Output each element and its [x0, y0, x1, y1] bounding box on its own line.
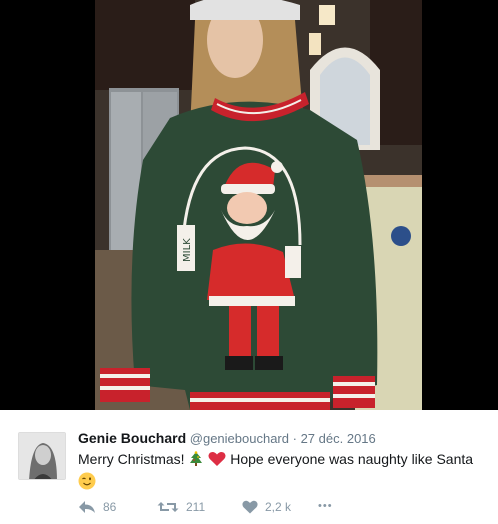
- author-handle[interactable]: @geniebouchard: [190, 431, 289, 446]
- reply-button[interactable]: 86: [78, 500, 116, 514]
- avatar-image: [19, 433, 65, 479]
- author-name[interactable]: Genie Bouchard: [78, 430, 186, 446]
- more-button[interactable]: •••: [318, 500, 333, 512]
- retweet-count: 211: [186, 500, 206, 514]
- tweet-text: Merry Christmas! Hope everyone was naugh…: [78, 449, 488, 495]
- tweet-date[interactable]: 27 déc. 2016: [301, 431, 376, 446]
- retweet-button[interactable]: 211: [157, 500, 205, 514]
- tweet-photo[interactable]: MILK: [95, 0, 422, 410]
- reply-icon: [79, 501, 95, 513]
- christmas-tree-icon: [188, 451, 204, 472]
- milk-carton-text: MILK: [182, 238, 193, 262]
- retweet-icon: [157, 502, 179, 512]
- avatar[interactable]: [18, 432, 66, 480]
- heart-icon: [242, 500, 258, 514]
- more-icon: •••: [318, 500, 333, 512]
- tweet-header: Genie Bouchard @geniebouchard · 27 déc. …: [78, 430, 376, 446]
- like-button[interactable]: 2,2 k: [242, 500, 291, 514]
- reply-count: 86: [103, 500, 117, 514]
- red-heart-icon: [208, 451, 226, 472]
- winking-face-icon: [78, 472, 96, 495]
- sweater-photo-illustration: MILK: [95, 0, 422, 410]
- tweet-media[interactable]: MILK: [0, 0, 498, 410]
- meta-separator: ·: [292, 431, 297, 446]
- tweet-text-part1: Merry Christmas!: [78, 451, 185, 467]
- like-count: 2,2 k: [265, 500, 292, 514]
- tweet-text-part2: Hope everyone was naughty like Santa: [230, 451, 474, 467]
